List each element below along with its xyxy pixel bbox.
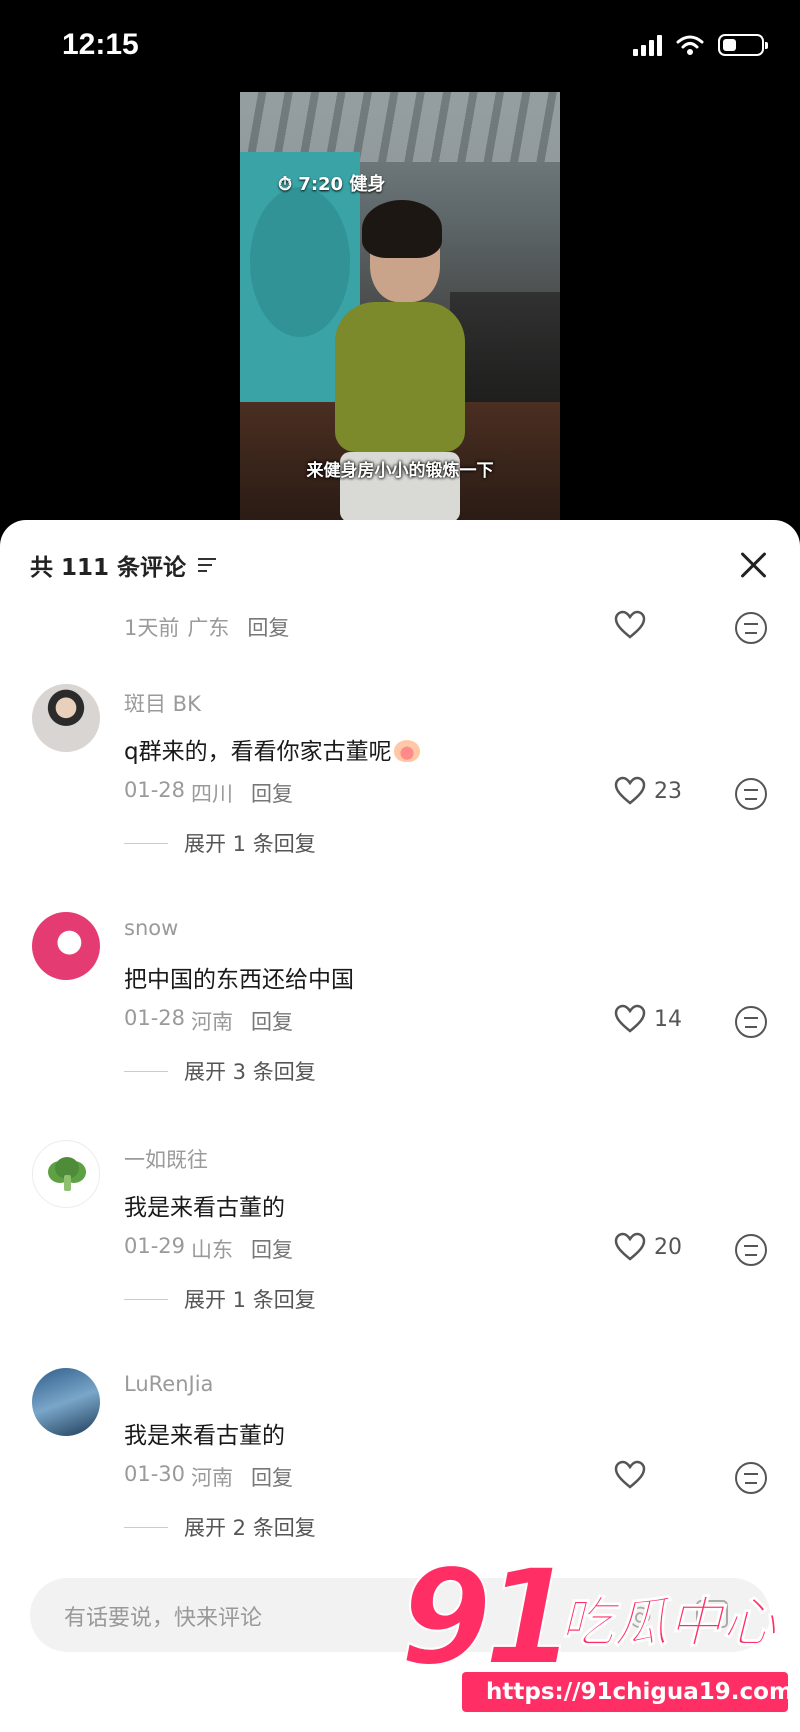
comment-text: 我是来看古董的 [124, 1423, 285, 1449]
reply-button[interactable]: 回复 [251, 1234, 293, 1264]
expand-replies-label: 展开 2 条回复 [184, 1516, 316, 1540]
comments-count-title: 共 111 条评论 [30, 555, 187, 581]
avatar[interactable] [32, 1368, 100, 1436]
expand-replies-button[interactable]: 展开 3 条回复 [124, 1056, 316, 1086]
like-button[interactable]: 14 [614, 1004, 682, 1034]
expand-replies-button[interactable]: 展开 2 条回复 [124, 1512, 316, 1542]
avatar[interactable] [32, 912, 100, 980]
reply-button[interactable]: 回复 [251, 1006, 293, 1036]
comment-meta: 01-28 四川 回复 [124, 778, 293, 808]
comment-input-placeholder: 有话要说，快来评论 [64, 1606, 263, 1631]
dislike-icon[interactable] [735, 612, 767, 644]
reply-button[interactable]: 回复 [251, 1462, 293, 1492]
avatar[interactable] [32, 1140, 100, 1208]
comment-text-wrap: q群来的，看看你家古董呢 [124, 732, 420, 766]
comment-location: 河南 [191, 1010, 234, 1034]
status-time: 12:15 [62, 28, 139, 61]
video-tag: ⏱ 7:20 健身 [278, 174, 386, 195]
expand-replies-label: 展开 3 条回复 [184, 1060, 316, 1084]
comment-text: 把中国的东西还给中国 [124, 967, 354, 993]
crying-emoji-icon [393, 740, 420, 762]
comment-username[interactable]: 一如既往 [124, 1144, 208, 1174]
comment-username[interactable]: snow [124, 916, 178, 940]
heart-icon [614, 1232, 646, 1261]
status-bar: 12:15 [0, 0, 800, 92]
comment-location: 广东 [187, 616, 230, 640]
video-person-hair [362, 200, 442, 258]
video-caption: 来健身房小小的锻炼一下 [306, 461, 494, 481]
comment-username[interactable]: 斑目 BK [124, 688, 201, 718]
comments-header: 共 111 条评论 [30, 548, 217, 582]
video-person-top [335, 302, 465, 452]
comment-username[interactable]: LuRenJia [124, 1372, 213, 1396]
heart-icon [614, 776, 646, 805]
dislike-icon[interactable] [735, 778, 767, 810]
avatar[interactable] [32, 684, 100, 752]
status-icons [633, 34, 768, 56]
like-button[interactable]: 20 [614, 1232, 682, 1262]
comment-date: 01-28 [124, 778, 186, 802]
comment-date: 01-28 [124, 1006, 186, 1030]
reply-button[interactable]: 回复 [251, 778, 293, 808]
watermark-name: 吃瓜中心 [560, 1591, 777, 1654]
comment-location: 河南 [191, 1466, 234, 1490]
expand-replies-button[interactable]: 展开 1 条回复 [124, 1284, 316, 1314]
expand-replies-label: 展开 1 条回复 [184, 832, 316, 856]
dislike-icon[interactable] [735, 1462, 767, 1494]
reply-button[interactable]: 回复 [247, 612, 289, 642]
divider-line [124, 1070, 168, 1072]
comment-meta: 01-29 山东 回复 [124, 1234, 293, 1264]
heart-icon [614, 1460, 646, 1489]
like-count: 23 [654, 778, 682, 804]
video-player[interactable]: ⏱ 7:20 健身 来健身房小小的锻炼一下 [240, 92, 560, 522]
video-scene-logo [250, 187, 350, 337]
heart-icon [614, 1004, 646, 1033]
divider-line [124, 1298, 168, 1300]
sort-filter-icon[interactable] [198, 558, 217, 572]
close-icon[interactable] [736, 548, 770, 582]
comment-location: 四川 [191, 782, 234, 806]
comment-date: 01-30 [124, 1462, 186, 1486]
wifi-icon [676, 35, 704, 55]
watermark-logo: 91 吃瓜中心 https://91chigua19.com [399, 1541, 793, 1732]
expand-replies-label: 展开 1 条回复 [184, 1288, 316, 1312]
broccoli-stem [64, 1175, 71, 1191]
expand-replies-button[interactable]: 展开 1 条回复 [124, 828, 316, 858]
comment-text: q群来的，看看你家古董呢 [124, 739, 392, 765]
heart-icon [614, 610, 646, 639]
divider-line [124, 842, 168, 844]
comment-meta: 01-30 河南 回复 [124, 1462, 293, 1492]
comment-meta: 01-28 河南 回复 [124, 1006, 293, 1036]
dislike-icon[interactable] [735, 1234, 767, 1266]
comment-date: 01-29 [124, 1234, 186, 1258]
like-button[interactable] [614, 1460, 654, 1490]
watermark-url: https://91chigua19.com [462, 1672, 793, 1712]
comment-time: 1天前 [124, 616, 180, 640]
like-count: 20 [654, 1234, 682, 1260]
comment-location: 山东 [191, 1238, 234, 1262]
like-button[interactable] [614, 610, 646, 640]
like-button[interactable]: 23 [614, 776, 682, 806]
battery-icon [718, 34, 768, 56]
cellular-signal-icon [633, 34, 662, 56]
comment-meta: 1天前 广东 回复 [124, 612, 289, 642]
divider-line [124, 1526, 168, 1528]
like-count: 14 [654, 1006, 682, 1032]
watermark-number: 91 [399, 1541, 577, 1695]
dislike-icon[interactable] [735, 1006, 767, 1038]
comment-text: 我是来看古董的 [124, 1195, 285, 1221]
